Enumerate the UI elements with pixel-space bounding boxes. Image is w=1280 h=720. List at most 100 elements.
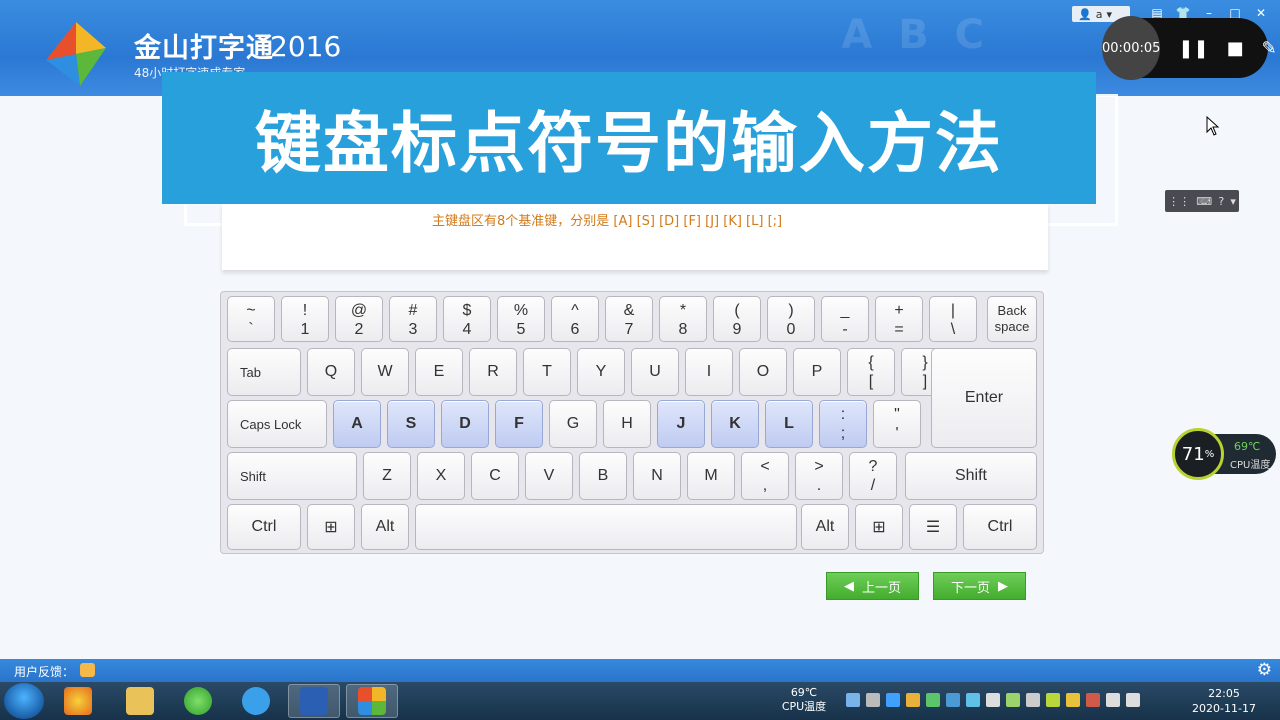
tray-icon[interactable] — [1066, 693, 1080, 707]
key-v[interactable]: V — [525, 452, 573, 500]
edit-icon[interactable]: ✎ — [1262, 38, 1277, 59]
key-4[interactable]: $4 — [443, 296, 491, 342]
key-backslash[interactable]: | \ — [929, 296, 977, 342]
key-n[interactable]: N — [633, 452, 681, 500]
key-f[interactable]: F — [495, 400, 543, 448]
next-page-button[interactable]: 下一页 ▶ — [933, 572, 1026, 600]
key-c[interactable]: C — [471, 452, 519, 500]
tray-icon[interactable] — [986, 693, 1000, 707]
tray-icon[interactable] — [1086, 693, 1100, 707]
key-menu[interactable]: ☰ — [909, 504, 957, 550]
key-caps-lock[interactable]: Caps Lock — [227, 400, 327, 448]
key-j[interactable]: J — [657, 400, 705, 448]
taskbar-app-typing[interactable] — [346, 684, 398, 718]
key-b[interactable]: B — [579, 452, 627, 500]
cpu-usage-gauge: 71% — [1172, 428, 1224, 480]
key-alt-right[interactable]: Alt — [801, 504, 849, 550]
key-6[interactable]: ^ 6 — [551, 296, 599, 342]
tray-icon[interactable] — [1106, 693, 1120, 707]
tray-icon[interactable] — [846, 693, 860, 707]
tray-icon[interactable] — [906, 693, 920, 707]
key-p[interactable]: P — [793, 348, 841, 396]
key-win-left[interactable]: ⊞ — [307, 504, 355, 550]
key-x[interactable]: X — [417, 452, 465, 500]
key-n-label: N — [651, 467, 663, 484]
key-quote[interactable]: " ' — [873, 400, 921, 448]
key-backtick[interactable]: ~ ` — [227, 296, 275, 342]
grid-icon[interactable]: ⋮⋮ — [1168, 195, 1190, 208]
key-l[interactable]: L — [765, 400, 813, 448]
system-clock[interactable]: 22:05 2020-11-17 — [1188, 686, 1260, 716]
key-backspace[interactable]: Back space — [987, 296, 1037, 342]
feedback-icon[interactable] — [80, 663, 95, 677]
key-i[interactable]: I — [685, 348, 733, 396]
prev-page-button[interactable]: ◀ 上一页 — [826, 572, 919, 600]
tray-icon[interactable] — [946, 693, 960, 707]
key-t[interactable]: T — [523, 348, 571, 396]
key-q[interactable]: Q — [307, 348, 355, 396]
key-o[interactable]: O — [739, 348, 787, 396]
key-shift-right[interactable]: Shift — [905, 452, 1037, 500]
gear-icon[interactable]: ⚙ — [1257, 660, 1272, 680]
key-slash[interactable]: ? / — [849, 452, 897, 500]
key-period[interactable]: >. — [795, 452, 843, 500]
key-sym[interactable]: + = — [875, 296, 923, 342]
chevron-down-icon[interactable]: ▾ — [1230, 195, 1236, 208]
key-m[interactable]: M — [687, 452, 735, 500]
key-9[interactable]: (9 — [713, 296, 761, 342]
key-2[interactable]: @2 — [335, 296, 383, 342]
key-s[interactable]: S — [387, 400, 435, 448]
pause-icon[interactable]: ❚❚ — [1178, 38, 1208, 59]
key-r[interactable]: R — [469, 348, 517, 396]
key-d[interactable]: D — [441, 400, 489, 448]
key-0[interactable]: ) 0 — [767, 296, 815, 342]
taskbar-app-video[interactable] — [230, 684, 282, 718]
network-icon[interactable] — [1026, 693, 1040, 707]
key-3[interactable]: #3 — [389, 296, 437, 342]
key-ctrl-left[interactable]: Ctrl — [227, 504, 301, 550]
close-button[interactable]: ✕ — [1250, 4, 1272, 22]
tray-icon[interactable] — [1046, 693, 1060, 707]
key-tab[interactable]: Tab — [227, 348, 301, 396]
key-y[interactable]: Y — [577, 348, 625, 396]
lesson-title: 键盘标点符号的输入方法 — [162, 72, 1096, 204]
key-u[interactable]: U — [631, 348, 679, 396]
key-shift-left[interactable]: Shift — [227, 452, 357, 500]
tray-icon[interactable] — [886, 693, 900, 707]
taskbar-app-word[interactable] — [288, 684, 340, 718]
volume-icon[interactable] — [1126, 693, 1140, 707]
start-button[interactable] — [4, 683, 44, 719]
key-left-bracket[interactable]: {[ — [847, 348, 895, 396]
key-k[interactable]: K — [711, 400, 759, 448]
key-h[interactable]: H — [603, 400, 651, 448]
key-win-right[interactable]: ⊞ — [855, 504, 903, 550]
tray-icon[interactable] — [1006, 693, 1020, 707]
tray-icon[interactable] — [926, 693, 940, 707]
tray-icon[interactable] — [966, 693, 980, 707]
key-sym[interactable]: _ - — [821, 296, 869, 342]
taskbar-app-browser[interactable] — [172, 684, 224, 718]
key-a[interactable]: A — [333, 400, 381, 448]
key-5[interactable]: % 5 — [497, 296, 545, 342]
key-1[interactable]: ! 1 — [281, 296, 329, 342]
key-z[interactable]: Z — [363, 452, 411, 500]
taskbar-app-360[interactable] — [52, 684, 104, 718]
key-e[interactable]: E — [415, 348, 463, 396]
help-icon[interactable]: ? — [1218, 195, 1224, 208]
feedback-link[interactable]: 用户反馈： — [14, 663, 74, 680]
key-semicolon[interactable]: :; — [819, 400, 867, 448]
key-comma[interactable]: <, — [741, 452, 789, 500]
key-space[interactable] — [415, 504, 797, 550]
key-ctrl-right[interactable]: Ctrl — [963, 504, 1037, 550]
key-enter[interactable]: Enter — [931, 348, 1037, 448]
stop-icon[interactable]: ■ — [1227, 38, 1244, 59]
tray-icon[interactable] — [866, 693, 880, 707]
taskbar-app-explorer[interactable] — [114, 684, 166, 718]
keyboard-icon[interactable]: ⌨ — [1196, 195, 1212, 208]
key-w[interactable]: W — [361, 348, 409, 396]
key-8[interactable]: * 8 — [659, 296, 707, 342]
key-7[interactable]: & 7 — [605, 296, 653, 342]
windows-taskbar: 69℃ CPU温度 22:05 2020-11-17 — [0, 682, 1280, 720]
key-alt-left[interactable]: Alt — [361, 504, 409, 550]
key-g[interactable]: G — [549, 400, 597, 448]
